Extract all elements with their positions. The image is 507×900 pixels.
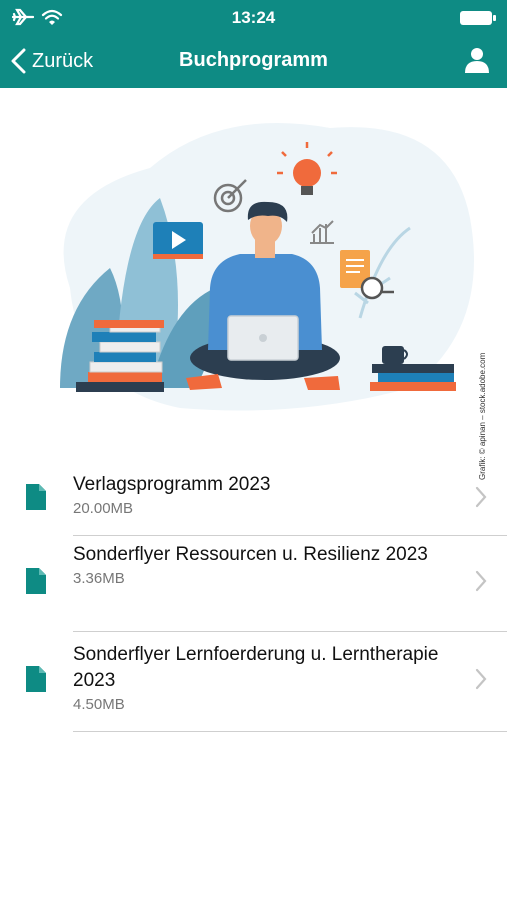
list-item[interactable]: Sonderflyer Lernfoerderung u. Lerntherap… — [0, 632, 507, 732]
list-item-text: Sonderflyer Lernfoerderung u. Lerntherap… — [73, 642, 453, 713]
document-title: Sonderflyer Ressourcen u. Resilienz 2023 — [73, 544, 428, 565]
document-icon — [26, 484, 46, 510]
document-list: Verlagsprogramm 2023 20.00MB Sonderflyer… — [0, 438, 507, 732]
list-item-text: Sonderflyer Ressourcen u. Resilienz 2023… — [73, 542, 453, 587]
status-bar: 13:24 — [0, 0, 507, 34]
user-icon[interactable] — [465, 47, 489, 73]
list-item[interactable]: Verlagsprogramm 2023 20.00MB — [0, 438, 507, 536]
navigation-bar: Zurück Buchprogramm — [0, 34, 507, 88]
status-time: 13:24 — [231, 8, 276, 27]
hero-illustration: Grafik: © apinan – stock.adobe.com — [0, 88, 507, 480]
file-size: 20.00MB — [73, 500, 134, 517]
chevron-right-icon — [475, 570, 487, 592]
list-separator — [73, 731, 507, 732]
list-item[interactable]: Sonderflyer Ressourcen u. Resilienz 2023… — [0, 532, 507, 632]
file-size: 4.50MB — [73, 696, 125, 713]
app-header: 13:24 Zurück Buchprogramm — [0, 0, 507, 88]
document-icon — [26, 568, 46, 594]
page-title: Buchprogramm — [179, 49, 328, 71]
document-icon — [26, 666, 46, 692]
document-title: Verlagsprogramm 2023 — [73, 474, 271, 495]
list-item-text: Verlagsprogramm 2023 20.00MB — [73, 472, 453, 517]
document-title: Sonderflyer Lernfoerderung u. Lerntherap… — [73, 644, 439, 691]
file-size: 3.36MB — [73, 570, 125, 587]
chevron-right-icon — [475, 486, 487, 508]
student-with-laptop-illustration — [60, 123, 475, 411]
chevron-right-icon — [475, 668, 487, 690]
battery-icon — [460, 11, 496, 25]
